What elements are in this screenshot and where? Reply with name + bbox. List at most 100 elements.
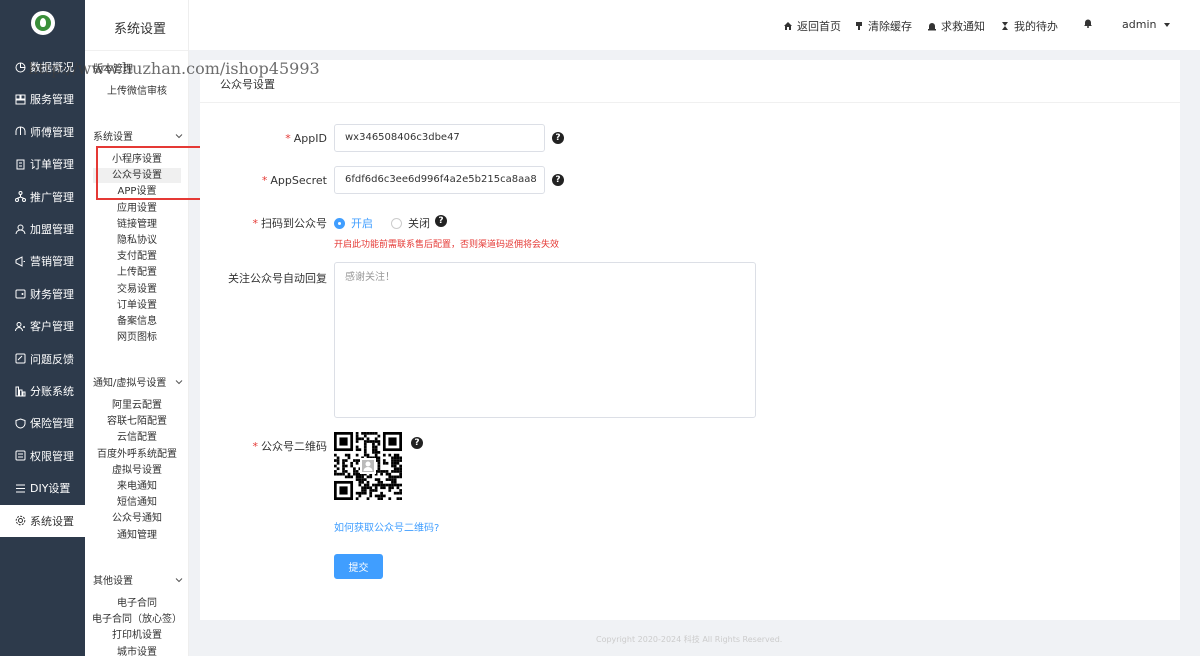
submenu-item[interactable]: 百度外呼系统配置 bbox=[85, 447, 188, 462]
submenu-item[interactable]: 虚拟号设置 bbox=[85, 463, 188, 478]
reply-textarea[interactable]: 感谢关注！ bbox=[334, 262, 756, 418]
submenu-item[interactable]: 电子合同 bbox=[85, 596, 188, 611]
worker-icon bbox=[14, 126, 26, 138]
submenu: 系统设置 版本管理 上传微信审核 系统设置 小程序设置 公众号设置 APP设置 应用设置 链接… bbox=[85, 0, 189, 656]
nav-item-9[interactable]: 问题反馈 bbox=[0, 343, 85, 375]
marketing-icon bbox=[14, 255, 26, 267]
appsecret-label: * AppSecret bbox=[261, 174, 327, 187]
users-icon bbox=[14, 320, 26, 332]
submenu-item[interactable]: 隐私协议 bbox=[85, 233, 188, 248]
chevron-down-icon bbox=[175, 577, 183, 582]
nav-item-8[interactable]: 客户管理 bbox=[0, 310, 85, 342]
submenu-item[interactable]: 云信配置 bbox=[85, 430, 188, 445]
qr-code-image[interactable] bbox=[334, 432, 402, 500]
nav-item-3[interactable]: 订单管理 bbox=[0, 148, 85, 180]
nav-item-label: 客户管理 bbox=[30, 320, 74, 334]
chevron-down-icon bbox=[175, 133, 183, 138]
nav-item-label: 问题反馈 bbox=[30, 352, 74, 366]
nav-item-12[interactable]: 权限管理 bbox=[0, 440, 85, 472]
caret-down-icon bbox=[1164, 22, 1171, 27]
submenu-item[interactable]: 链接管理 bbox=[85, 217, 188, 232]
nav-item-14[interactable]: 系统设置 bbox=[0, 504, 85, 537]
footer-copyright: Copyright 2020-2024 科技 All Rights Reserv… bbox=[596, 635, 783, 644]
user-icon bbox=[14, 223, 26, 235]
nav-item-label: 权限管理 bbox=[30, 449, 74, 463]
submenu-group-head[interactable]: 其他设置 bbox=[93, 572, 183, 587]
feedback-icon bbox=[14, 353, 26, 365]
submenu-group-head[interactable]: 系统设置 bbox=[93, 128, 183, 143]
nav-item-10[interactable]: 分账系统 bbox=[0, 375, 85, 407]
submenu-item[interactable]: 交易设置 bbox=[85, 282, 188, 297]
nav-item-label: 财务管理 bbox=[30, 287, 74, 301]
nav-item-label: 服务管理 bbox=[30, 93, 74, 107]
submit-button[interactable]: 提交 bbox=[334, 554, 383, 579]
nav-item-5[interactable]: 加盟管理 bbox=[0, 213, 85, 245]
chevron-down-icon bbox=[175, 379, 183, 384]
submenu-item[interactable]: 电子合同（放心签） bbox=[85, 612, 188, 627]
wallet-icon bbox=[14, 288, 26, 300]
top-header: 返回首页 清除缓存 求救通知 我的待办 admin bbox=[189, 0, 1200, 50]
home-icon bbox=[784, 22, 792, 30]
submenu-item[interactable]: 通知管理 bbox=[85, 528, 188, 543]
scan-help-icon[interactable]: ? bbox=[435, 215, 447, 227]
submenu-item[interactable]: 容联七陌配置 bbox=[85, 414, 188, 429]
nav-item-13[interactable]: DIY设置 bbox=[0, 472, 85, 504]
alarm-icon bbox=[928, 23, 936, 31]
submenu-item[interactable]: 打印机设置 bbox=[85, 628, 188, 643]
submenu-item[interactable]: 上传配置 bbox=[85, 265, 188, 280]
scan-hint: 开启此功能前需联系售后配置，否则渠道码返佣将会失效 bbox=[334, 240, 560, 250]
lock-icon bbox=[14, 450, 26, 462]
todo-button[interactable]: 我的待办 bbox=[1000, 18, 1058, 34]
scan-label: * 扫码到公众号 bbox=[252, 217, 328, 230]
nav-item-11[interactable]: 保险管理 bbox=[0, 407, 85, 439]
scan-on-radio[interactable]: 开启 bbox=[334, 215, 373, 231]
nav-item-label: 推广管理 bbox=[30, 190, 74, 204]
submenu-item[interactable]: 公众号通知 bbox=[85, 511, 188, 526]
reply-label: 关注公众号自动回复 bbox=[228, 272, 327, 285]
appsecret-help-icon[interactable]: ? bbox=[552, 174, 564, 186]
nav-item-7[interactable]: 财务管理 bbox=[0, 278, 85, 310]
panel-title: 公众号设置 bbox=[220, 78, 275, 91]
rescue-button[interactable]: 求救通知 bbox=[927, 18, 985, 34]
qr-label: * 公众号二维码 bbox=[252, 440, 328, 453]
brush-icon bbox=[856, 22, 862, 30]
appsecret-input[interactable]: 6fdf6d6c3ee6d996f4a2e5b215ca8aa8 bbox=[334, 166, 545, 194]
qr-help-icon[interactable]: ? bbox=[411, 437, 423, 449]
qr-help-link[interactable]: 如何获取公众号二维码? bbox=[334, 519, 439, 534]
nav-item-2[interactable]: 师傅管理 bbox=[0, 116, 85, 148]
nav-item-label: 系统设置 bbox=[30, 514, 74, 528]
submenu-item[interactable]: 支付配置 bbox=[85, 249, 188, 264]
username: admin bbox=[1122, 18, 1157, 31]
submenu-item[interactable]: 订单设置 bbox=[85, 298, 188, 313]
submenu-item[interactable]: 短信通知 bbox=[85, 495, 188, 510]
nav-item-6[interactable]: 营销管理 bbox=[0, 245, 85, 277]
submenu-group-head[interactable]: 通知/虚拟号设置 bbox=[93, 374, 183, 389]
submenu-item[interactable]: 阿里云配置 bbox=[85, 398, 188, 413]
grid-icon bbox=[14, 93, 26, 105]
chart-icon bbox=[14, 61, 26, 73]
main-nav: 数据概况 服务管理 师傅管理 订单管理 推广管理 加盟管理 营销管理 财务管理 客户管理 问题反馈… bbox=[0, 0, 85, 656]
clear-cache-button[interactable]: 清除缓存 bbox=[854, 18, 912, 34]
bell-button[interactable] bbox=[1083, 18, 1097, 28]
nav-item-4[interactable]: 推广管理 bbox=[0, 181, 85, 213]
appid-input[interactable]: wx346508406c3dbe47 bbox=[334, 124, 545, 152]
submenu-item[interactable]: 备案信息 bbox=[85, 314, 188, 329]
nav-item-label: 加盟管理 bbox=[30, 223, 74, 236]
split-icon bbox=[14, 385, 26, 397]
submenu-item[interactable]: 上传微信审核 bbox=[85, 84, 188, 99]
appid-help-icon[interactable]: ? bbox=[552, 132, 564, 144]
hourglass-icon bbox=[1002, 22, 1008, 30]
nav-item-1[interactable]: 服务管理 bbox=[0, 83, 85, 115]
nav-item-label: DIY设置 bbox=[30, 482, 71, 496]
user-menu[interactable]: admin bbox=[1122, 18, 1172, 31]
submenu-item[interactable]: 来电通知 bbox=[85, 479, 188, 494]
submenu-item[interactable]: 城市设置 bbox=[85, 645, 188, 656]
watermark-text: http://www.huzhan.com/ishop45993 bbox=[28, 59, 320, 78]
submenu-item[interactable]: 应用设置 bbox=[85, 201, 188, 216]
home-button[interactable]: 返回首页 bbox=[783, 18, 841, 34]
nav-item-label: 师傅管理 bbox=[30, 125, 74, 139]
order-icon bbox=[14, 158, 26, 170]
scan-off-radio[interactable]: 关闭 bbox=[391, 215, 430, 231]
submenu-item[interactable]: 网页图标 bbox=[85, 330, 188, 345]
app-logo[interactable] bbox=[31, 11, 55, 35]
